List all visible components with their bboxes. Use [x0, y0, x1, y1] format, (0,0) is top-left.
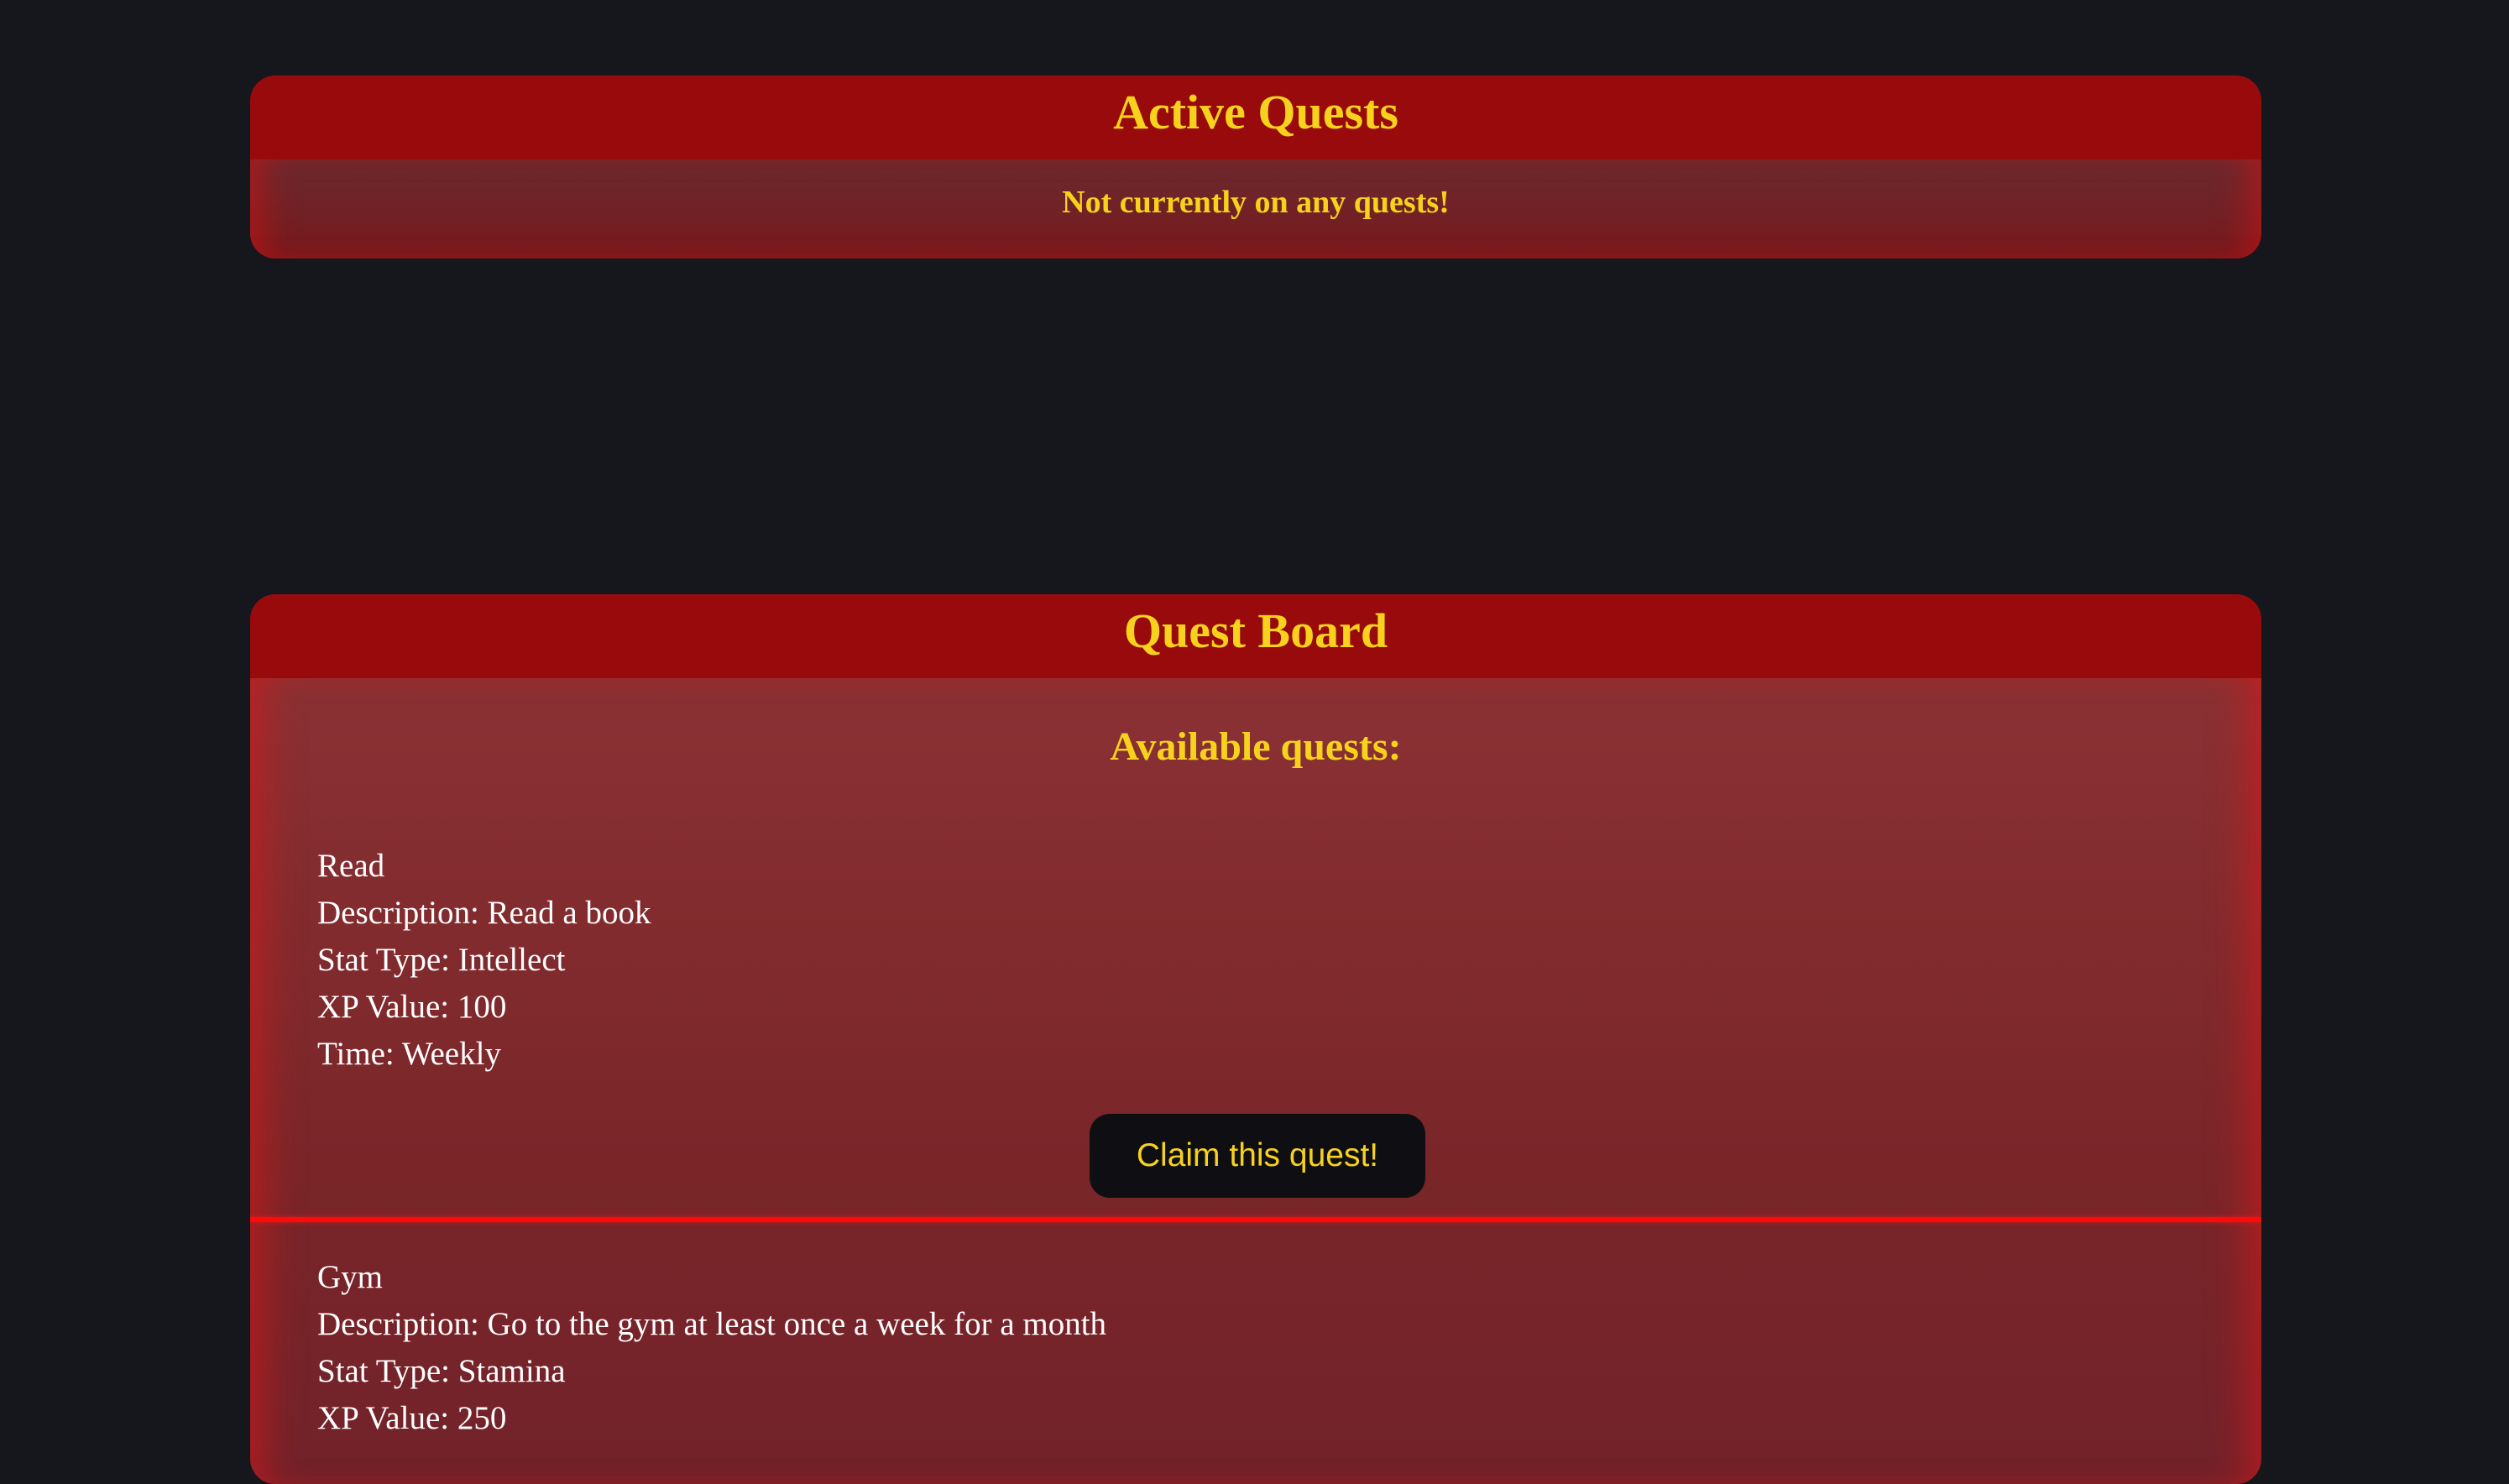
quest-stat-type: Stat Type: Stamina	[317, 1353, 566, 1389]
quest-name: Gym	[317, 1259, 383, 1295]
quest-item-gym: Gym Description: Go to the gym at least …	[317, 1254, 1106, 1442]
quest-board-panel: Quest Board Available quests: Read Descr…	[250, 594, 2261, 1484]
quest-description: Description: Go to the gym at least once…	[317, 1306, 1107, 1342]
active-quests-panel: Active Quests Not currently on any quest…	[250, 76, 2261, 259]
active-quests-header: Active Quests	[250, 76, 2261, 159]
no-quests-message: Not currently on any quests!	[1062, 185, 1450, 220]
quest-stat-type: Stat Type: Intellect	[317, 942, 566, 978]
quest-name: Read	[317, 848, 385, 884]
quest-divider	[250, 1217, 2261, 1222]
quest-board-body: Available quests: Read Description: Read…	[250, 678, 2261, 1484]
quest-xp-value: XP Value: 250	[317, 1400, 507, 1436]
claim-quest-button[interactable]: Claim this quest!	[1090, 1114, 1425, 1198]
active-quests-title: Active Quests	[1113, 85, 1398, 139]
quest-item-read: Read Description: Read a book Stat Type:…	[317, 843, 651, 1078]
quest-description: Description: Read a book	[317, 895, 651, 931]
quest-time: Time: Weekly	[317, 1036, 501, 1072]
active-quests-body: Not currently on any quests!	[250, 159, 2261, 259]
available-quests-heading: Available quests:	[1110, 724, 1402, 769]
quest-xp-value: XP Value: 100	[317, 989, 507, 1025]
quest-board-header: Quest Board	[250, 594, 2261, 678]
quest-board-title: Quest Board	[1123, 604, 1388, 658]
